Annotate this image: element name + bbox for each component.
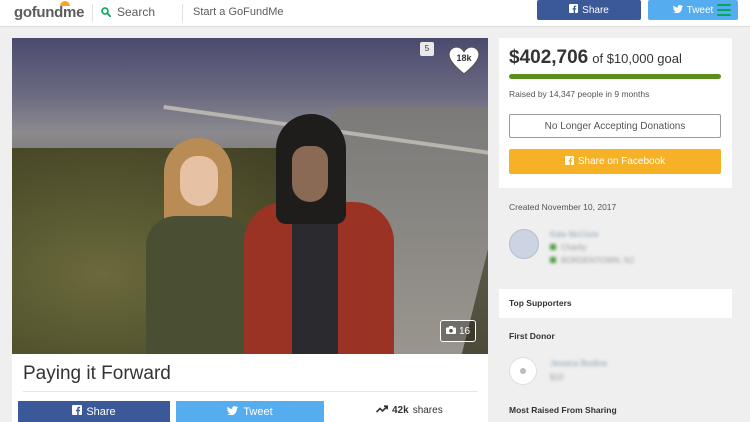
share-count-value: 42k [392,405,409,416]
campaign-tweet-label: Tweet [243,405,273,418]
organizer-avatar[interactable] [509,229,539,259]
menu-line [717,9,731,11]
campaign-facebook-share-button[interactable]: Share [18,401,170,422]
twitter-tweet-label: Tweet [686,4,714,16]
photo-woman [140,138,256,354]
photo-man-face [292,146,328,202]
trending-up-icon [375,405,388,416]
organizer-category: Charity [550,243,586,252]
facebook-icon [564,155,574,168]
raised-by-text: Raised by 14,347 people in 9 months [509,89,650,99]
heart-count: 18k [456,53,472,63]
amount-raised-value: $402,706 [509,47,589,68]
start-gofundme-link[interactable]: Start a GoFundMe [193,6,284,18]
amount-raised: $402,706 of $10,000 goal [509,47,682,69]
search-label: Search [117,5,156,19]
first-donor-avatar [509,357,537,385]
top-supporters-heading: Top Supporters [509,298,572,308]
campaign-tweet-button[interactable]: Tweet [176,401,324,422]
organizer-category-label: Charity [561,243,587,252]
share-on-facebook-button[interactable]: Share on Facebook [509,149,721,174]
nav-divider [92,4,93,22]
goal-text: of $10,000 goal [592,51,682,66]
tag-icon [550,244,556,250]
first-donor-amount: $10 [550,373,564,382]
campaign-hero-photo[interactable]: 5 18k 16 [12,38,488,354]
share-count-label: shares [412,405,443,416]
campaign-card: 5 18k 16 Paying it Forward Share Tweet 4… [12,38,488,422]
photo-man-sweater [292,210,338,354]
first-donor-heading: First Donor [509,331,555,341]
facebook-icon [569,4,579,16]
no-longer-accepting-button[interactable]: No Longer Accepting Donations [509,114,721,138]
share-on-facebook-label: Share on Facebook [577,156,666,167]
top-supporters-card: Top Supporters [499,289,732,318]
facebook-share-label: Share [582,4,609,16]
campaign-share-label: Share [86,405,116,418]
created-date: Created November 10, 2017 [509,202,617,212]
photo-woman-coat [146,216,252,354]
most-raised-heading: Most Raised From Sharing [509,405,617,415]
heart-button[interactable]: 18k [448,46,480,76]
photo-gallery-button[interactable]: 16 [440,320,476,342]
logo-part-fund: fund [31,4,64,21]
logo-part-me: me [63,4,85,21]
hamburger-menu-icon[interactable] [717,4,731,16]
photo-count-label: 16 [458,325,471,337]
organizer-location: BORDENTOWN, NJ [550,256,634,265]
share-count: 42k shares [375,405,443,416]
twitter-bird-icon [227,405,239,418]
gofundme-logo[interactable]: gofundme [14,4,84,21]
camera-icon [445,325,456,337]
twitter-bird-icon [672,4,683,16]
organizer-info[interactable]: Kate McClure Charity BORDENTOWN, NJ [509,228,709,272]
donation-panel: $402,706 of $10,000 goal Raised by 14,34… [499,38,732,188]
search-link[interactable]: Search [101,5,155,19]
location-pin-icon [550,257,556,263]
photo-woman-face [180,156,218,206]
campaign-title: Paying it Forward [23,363,171,384]
first-donor-name: Jessica Bodine [550,358,608,368]
nav-divider [182,4,183,22]
top-navigation: gofundme Search Start a GoFundMe Share T… [0,0,750,27]
logo-sun-icon [60,1,70,6]
organizer-location-label: BORDENTOWN, NJ [561,256,634,265]
logo-part-go: go [14,4,32,21]
donation-progress-fill [509,74,721,79]
organizer-name[interactable]: Kate McClure [550,230,598,239]
facebook-icon [72,405,83,418]
photo-man [244,114,394,354]
donation-progress-bar [509,74,721,79]
title-divider [23,391,478,392]
menu-line [717,4,731,6]
menu-line [717,14,731,16]
photo-road-sign: 5 [420,42,434,56]
search-icon [101,7,111,17]
facebook-share-button[interactable]: Share [537,0,641,20]
